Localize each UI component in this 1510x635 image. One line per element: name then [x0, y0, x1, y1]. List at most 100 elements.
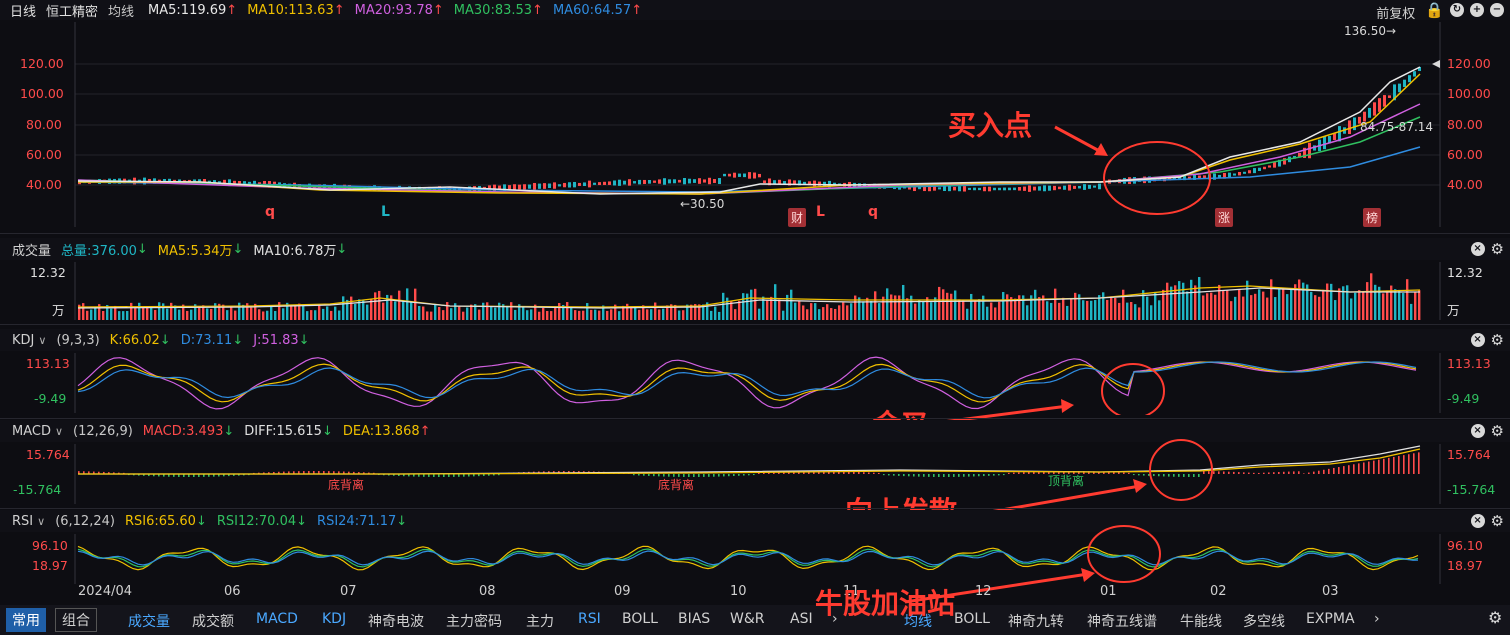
volume-axis-left-top: 12.32 [30, 265, 66, 280]
candle [1033, 186, 1036, 191]
close-icon[interactable]: × [1470, 333, 1485, 347]
candle [983, 186, 986, 192]
tab-main-force-code[interactable]: 主力密码 [446, 611, 502, 631]
kdj-title[interactable]: KDJ [12, 333, 34, 348]
remove-icon[interactable]: − [1490, 3, 1504, 17]
macd-params[interactable]: (12,26,9) [73, 424, 133, 439]
tab-kdj[interactable]: KDJ [322, 611, 346, 627]
kdj-params[interactable]: (9,3,3) [56, 333, 99, 348]
volume-title: 成交量 [12, 243, 52, 259]
candle [748, 172, 751, 179]
rsi-params[interactable]: (6,12,24) [55, 514, 115, 529]
volume-bar [238, 302, 241, 320]
tab-rsi[interactable]: RSI [578, 611, 601, 627]
volume-bar [1158, 300, 1161, 320]
volume-bar [1402, 293, 1405, 320]
volume-bar [262, 311, 265, 320]
macd-title[interactable]: MACD [12, 424, 51, 439]
macd-bar [748, 474, 750, 476]
volume-bar [678, 310, 681, 320]
gear-icon[interactable]: ⚙ [1491, 333, 1504, 348]
macd-bar [1158, 474, 1160, 477]
volume-bar [326, 306, 329, 320]
volume-bar [522, 307, 525, 320]
tab-magic-five[interactable]: 神奇五线谱 [1087, 611, 1157, 631]
volume-chart[interactable]: 12.32 万 12.32 万 [0, 262, 1510, 322]
tab-volume[interactable]: 成交量 [128, 611, 170, 631]
tab-combo[interactable]: 组合 [55, 608, 97, 632]
tab-macd[interactable]: MACD [256, 611, 298, 627]
tab-boll-main[interactable]: BOLL [954, 611, 990, 627]
macd-chart[interactable]: 15.764 -15.764 15.764 -15.764 底背离 底背离 顶背… [0, 439, 1510, 528]
volume-bar [1406, 279, 1409, 320]
tab-asi[interactable]: ASI [790, 611, 813, 627]
lock-icon[interactable]: 🔒 [1425, 3, 1444, 22]
macd-bar [948, 474, 950, 477]
rise-tag[interactable]: 涨 [1215, 208, 1234, 227]
candle [633, 181, 636, 184]
tab-bull-line[interactable]: 牛能线 [1180, 611, 1222, 631]
refresh-icon[interactable]: ↻ [1450, 3, 1464, 17]
volume-bar [542, 307, 545, 320]
chevron-down-icon[interactable]: ∨ [37, 515, 45, 528]
down-arrow-icon: ↓ [321, 423, 333, 439]
price-chart[interactable]: 120.00 100.00 80.00 60.00 40.00 120.00 1… [0, 22, 1510, 230]
volume-bar [446, 302, 449, 320]
candle [1018, 187, 1021, 191]
kdj-chart[interactable]: 113.13 -9.49 113.13 -9.49 金叉 [0, 353, 1510, 441]
adjust-label[interactable]: 前复权 [1376, 3, 1415, 22]
volume-bar [1314, 295, 1317, 320]
chevron-down-icon[interactable]: ∨ [55, 425, 63, 438]
macd-bar [1418, 452, 1420, 474]
chevron-down-icon[interactable]: ∨ [38, 334, 46, 347]
macd-bar [1383, 458, 1385, 474]
candle [1003, 187, 1006, 191]
volume-bar [258, 309, 261, 320]
finance-tag[interactable]: 财 [788, 208, 807, 227]
tab-wr[interactable]: W&R [730, 611, 765, 627]
macd-axis-right-top: 15.764 [1447, 447, 1491, 462]
macd-bar [1118, 472, 1120, 474]
candle [1258, 167, 1261, 171]
volume-bar [1382, 293, 1385, 320]
gear-icon[interactable]: ⚙ [1491, 424, 1504, 439]
volume-bar [1194, 285, 1197, 320]
tab-turnover[interactable]: 成交额 [192, 611, 234, 631]
tab-bull-bear[interactable]: 多空线 [1243, 611, 1285, 631]
rsi-chart[interactable]: 96.10 18.97 96.10 18.97 [0, 525, 1510, 604]
rsi-title[interactable]: RSI [12, 514, 33, 529]
volume-bar [190, 309, 193, 320]
close-icon[interactable]: × [1470, 514, 1485, 528]
close-icon[interactable]: × [1470, 242, 1485, 256]
volume-bar [834, 308, 837, 320]
macd-bar [1398, 456, 1400, 474]
volume-bar [782, 310, 785, 320]
candle [613, 180, 616, 186]
volume-bar [742, 293, 745, 320]
rank-tag[interactable]: 榜 [1363, 208, 1382, 227]
candle [578, 182, 581, 186]
volume-bar [362, 300, 365, 320]
tab-main-force[interactable]: 主力 [526, 611, 554, 631]
volume-bar [722, 292, 725, 320]
volume-bar [186, 310, 189, 320]
avg-line-label[interactable]: 均线 [108, 1, 134, 20]
tab-magic-nine[interactable]: 神奇九转 [1008, 611, 1064, 631]
gear-icon[interactable]: ⚙ [1488, 610, 1502, 626]
gear-icon[interactable]: ⚙ [1491, 242, 1504, 257]
tab-magic-wave[interactable]: 神奇电波 [368, 611, 424, 631]
chevron-right-icon[interactable]: › [1374, 611, 1380, 627]
add-icon[interactable]: + [1470, 3, 1484, 17]
tab-boll[interactable]: BOLL [622, 611, 658, 627]
volume-bar [938, 286, 941, 320]
tab-expma[interactable]: EXPMA [1306, 611, 1355, 627]
gear-icon[interactable]: ⚙ [1491, 514, 1504, 529]
tab-bias[interactable]: BIAS [678, 611, 710, 627]
tab-common[interactable]: 常用 [6, 608, 46, 632]
period-label[interactable]: 日线 [10, 1, 36, 20]
macd-bar [648, 474, 650, 476]
volume-bar [398, 290, 401, 320]
close-icon[interactable]: × [1470, 424, 1485, 438]
volume-bar [138, 302, 141, 320]
volume-bar [790, 289, 793, 320]
